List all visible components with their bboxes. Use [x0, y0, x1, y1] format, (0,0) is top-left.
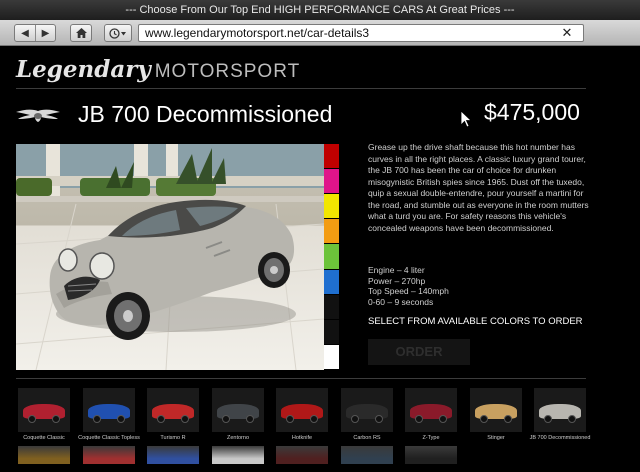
car-thumbnail-row2[interactable] — [212, 446, 264, 464]
forward-button[interactable]: ▶ — [35, 25, 55, 41]
color-swatch[interactable] — [324, 294, 339, 320]
order-button[interactable]: ORDER — [368, 339, 470, 365]
car-thumbnail-label[interactable]: Hotknife — [267, 435, 337, 441]
forward-arrow-icon: ▶ — [41, 27, 50, 39]
car-thumbnail-label[interactable]: Zentorno — [203, 435, 273, 441]
color-swatch[interactable] — [324, 344, 339, 370]
car-thumbnail[interactable] — [147, 388, 199, 432]
mouse-cursor-icon — [460, 110, 473, 128]
close-button[interactable]: ✕ — [560, 26, 574, 40]
car-thumbnail[interactable] — [470, 388, 522, 432]
url-text: www.legendarymotorsport.net/car-details3 — [145, 26, 370, 40]
color-swatches — [324, 144, 339, 370]
car-thumbnail[interactable] — [83, 388, 135, 432]
color-swatch[interactable] — [324, 169, 339, 195]
thumbnail-wheel — [351, 415, 359, 423]
color-swatch[interactable] — [324, 244, 339, 270]
winged-emblem-icon — [16, 109, 60, 122]
thumbnail-wheel — [28, 415, 36, 423]
thumbnail-wheel — [504, 415, 512, 423]
car-thumbnail-gallery: Coquette Classic Coquette Classic Topless… — [18, 388, 598, 472]
window-title: --- Choose From Our Top End HIGH PERFORM… — [0, 0, 640, 20]
color-swatch[interactable] — [324, 269, 339, 295]
color-swatch[interactable] — [324, 144, 339, 170]
car-thumbnail[interactable] — [534, 388, 586, 432]
logo-script-text: Legendary — [16, 56, 151, 83]
car-description: Grease up the drive shaft because this h… — [368, 142, 589, 233]
car-thumbnail-row2[interactable] — [147, 446, 199, 464]
browser-toolbar: ◀ ▶ www.legendarymotorsport.net/car-deta… — [0, 20, 640, 46]
car-thumbnail-label[interactable]: Carbon RS — [332, 435, 402, 441]
home-button[interactable] — [71, 25, 91, 41]
gallery-divider — [16, 378, 586, 379]
car-thumbnail-row2[interactable] — [83, 446, 135, 464]
history-button[interactable] — [105, 25, 131, 41]
close-icon: ✕ — [561, 25, 573, 40]
spec-line: Top Speed – 140mph — [368, 286, 449, 296]
car-thumbnail-row2[interactable] — [276, 446, 328, 464]
car-thumbnail[interactable] — [405, 388, 457, 432]
thumbnail-wheel — [439, 415, 447, 423]
back-button[interactable]: ◀ — [15, 25, 35, 41]
history-group — [104, 24, 132, 42]
color-swatch[interactable] — [324, 319, 339, 345]
car-thumbnail-label[interactable]: Z-Type — [396, 435, 466, 441]
back-arrow-icon: ◀ — [21, 27, 29, 39]
thumbnail-wheel — [93, 415, 101, 423]
thumbnail-wheel — [246, 415, 254, 423]
back-forward-group: ◀ ▶ — [14, 24, 56, 42]
thumbnail-wheel — [415, 415, 423, 423]
spec-line: Power – 270hp — [368, 275, 426, 286]
car-thumbnail-label[interactable]: Stinger — [461, 435, 531, 441]
car-thumbnail[interactable] — [18, 388, 70, 432]
car-price: $475,000 — [484, 99, 580, 125]
thumbnail-wheel — [310, 415, 318, 423]
thumbnail-wheel — [52, 415, 60, 423]
thumbnail-wheel — [157, 415, 165, 423]
car-thumbnail[interactable] — [276, 388, 328, 432]
thumbnail-wheel — [222, 415, 230, 423]
spec-line: 0-60 – 9 seconds — [368, 296, 434, 307]
car-thumbnail-label[interactable]: Coquette Classic — [9, 435, 79, 441]
logo-sans-text: MOTORSPORT — [154, 61, 301, 82]
car-thumbnail-label[interactable]: Coquette Classic Topless — [74, 435, 144, 441]
history-clock-icon — [109, 27, 126, 39]
car-thumbnail-row2[interactable] — [341, 446, 393, 464]
thumbnail-wheel — [375, 415, 383, 423]
car-main-image — [16, 144, 324, 370]
car-thumbnail-label[interactable]: Turismo R — [138, 435, 208, 441]
car-thumbnail-label[interactable]: JB 700 Decommissioned — [525, 435, 595, 441]
thumbnail-wheel — [117, 415, 125, 423]
url-input[interactable]: www.legendarymotorsport.net/car-details3 — [138, 24, 584, 42]
color-swatch[interactable] — [324, 219, 339, 245]
car-specs: Engine – 4 liter Power – 270hp Top Speed –… — [368, 265, 449, 307]
thumbnail-wheel — [568, 415, 576, 423]
home-icon — [75, 28, 87, 38]
thumbnail-wheel — [286, 415, 294, 423]
spec-line: Engine – 4 liter — [368, 265, 425, 275]
car-thumbnail-row2[interactable] — [405, 446, 457, 464]
thumbnail-wheel — [181, 415, 189, 423]
select-colors-label: SELECT FROM AVAILABLE COLORS TO ORDER — [368, 316, 583, 327]
car-illustration — [16, 144, 324, 370]
car-thumbnail[interactable] — [212, 388, 264, 432]
thumbnail-wheel — [544, 415, 552, 423]
site-logo[interactable]: Legendary MOTORSPORT — [16, 56, 300, 86]
car-thumbnail[interactable] — [341, 388, 393, 432]
header-divider — [16, 88, 586, 89]
car-name: JB 700 Decommissioned — [78, 101, 333, 127]
color-swatch[interactable] — [324, 194, 339, 220]
thumbnail-wheel — [480, 415, 488, 423]
home-group — [70, 24, 92, 42]
car-thumbnail-row2[interactable] — [18, 446, 70, 464]
